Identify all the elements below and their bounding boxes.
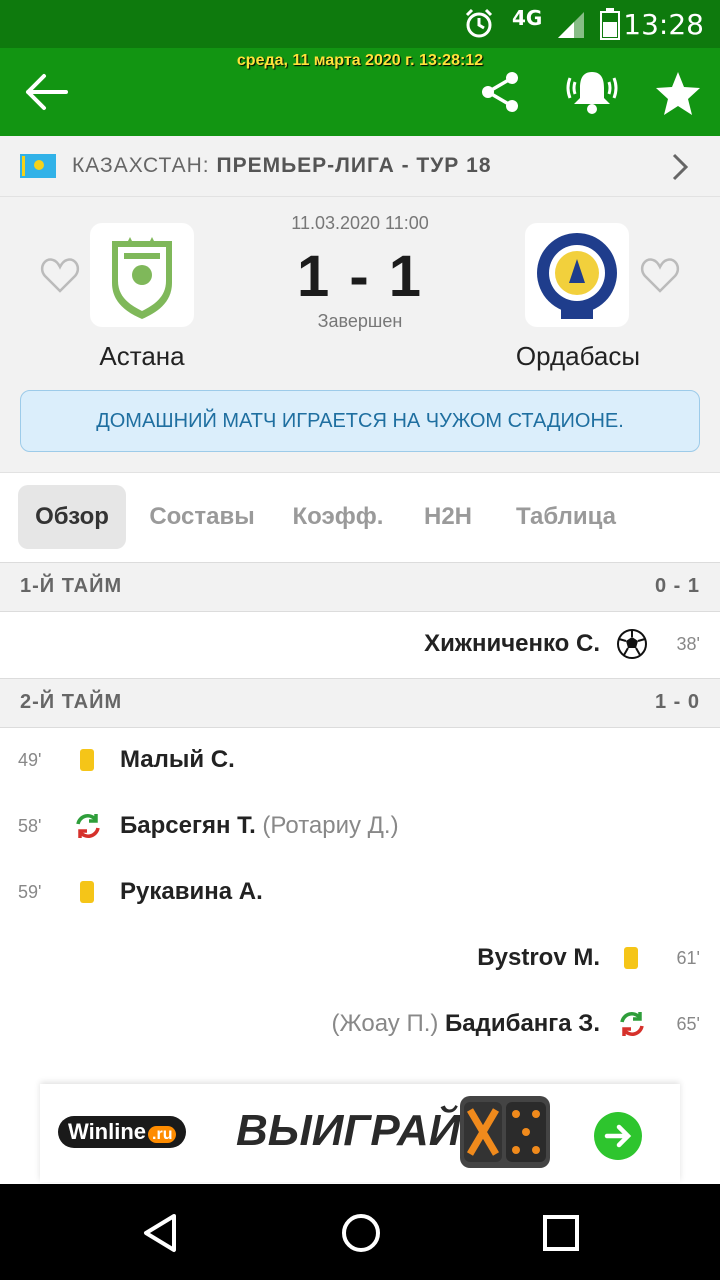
event-row[interactable]: Хижниченко С. 38' bbox=[0, 612, 720, 678]
event-minute: 49' bbox=[18, 750, 42, 770]
signal-icon bbox=[556, 10, 586, 45]
event-minute: 59' bbox=[18, 882, 42, 902]
event-row[interactable]: (Жоау П.) Бадибанга З. 65' bbox=[0, 992, 720, 1058]
substitution-icon bbox=[74, 812, 102, 845]
ad-brand-suffix: .ru bbox=[148, 1126, 177, 1143]
yellow-card-icon bbox=[80, 749, 94, 771]
event-text: Барсегян Т. (Ротариу Д.) bbox=[120, 812, 399, 840]
battery-icon bbox=[600, 8, 620, 45]
back-arrow-icon[interactable] bbox=[24, 72, 70, 117]
arrow-right-icon[interactable] bbox=[594, 1112, 642, 1160]
event-player: Барсегян Т. bbox=[120, 812, 256, 839]
tab-overview[interactable]: Обзор bbox=[18, 485, 126, 549]
away-team-logo[interactable] bbox=[525, 223, 629, 327]
section-score: 1 - 0 bbox=[654, 691, 700, 713]
away-favorite-heart-icon[interactable] bbox=[640, 257, 680, 298]
league-country: КАЗАХСТАН: bbox=[72, 154, 210, 177]
event-minute: 61' bbox=[676, 948, 700, 968]
kazakhstan-flag-icon bbox=[20, 154, 56, 183]
event-minute: 65' bbox=[676, 1014, 700, 1034]
nav-back-icon[interactable] bbox=[140, 1212, 180, 1259]
ad-cta-text: ВЫИГРАЙ bbox=[236, 1106, 461, 1155]
chevron-right-icon[interactable] bbox=[670, 152, 690, 187]
ad-brand-logo: Winline .ru bbox=[58, 1116, 187, 1148]
away-team-name[interactable]: Ордабасы bbox=[448, 341, 708, 372]
event-player: Малый С. bbox=[120, 746, 235, 773]
ad-banner[interactable]: Winline .ru ВЫИГРАЙ bbox=[40, 1084, 680, 1182]
league-row[interactable]: КАЗАХСТАН: ПРЕМЬЕР-ЛИГА - ТУР 18 bbox=[0, 136, 720, 197]
favorite-star-icon[interactable] bbox=[654, 70, 702, 121]
goal-ball-icon bbox=[616, 628, 648, 665]
tab-odds[interactable]: Коэфф. bbox=[280, 485, 396, 549]
app-bar: среда, 11 марта 2020 г. 13:28:12 bbox=[0, 48, 720, 136]
league-title: КАЗАХСТАН: ПРЕМЬЕР-ЛИГА - ТУР 18 bbox=[72, 154, 492, 178]
system-nav-bar bbox=[0, 1184, 720, 1280]
tab-bar: Обзор Составы Коэфф. H2H Таблица bbox=[0, 473, 720, 561]
substitution-icon bbox=[618, 1010, 646, 1043]
section-title: 1-Й ТАЙМ bbox=[20, 575, 123, 597]
network-type: 4G bbox=[512, 6, 543, 30]
home-team-name[interactable]: Астана bbox=[12, 341, 272, 372]
yellow-card-icon bbox=[624, 947, 638, 969]
event-row[interactable]: Bystrov M. 61' bbox=[0, 926, 720, 992]
event-row[interactable]: 58' Барсегян Т. (Ротариу Д.) bbox=[0, 794, 720, 860]
event-row[interactable]: 49' Малый С. bbox=[0, 728, 720, 794]
event-player: Рукавина А. bbox=[120, 878, 263, 905]
section-score: 0 - 1 bbox=[654, 575, 700, 597]
first-half-header: 1-Й ТАЙМ 0 - 1 bbox=[0, 562, 720, 612]
tab-lineups[interactable]: Составы bbox=[140, 485, 264, 549]
ad-brand-name: Winline bbox=[68, 1119, 147, 1144]
event-player: Хижниченко С. bbox=[424, 630, 600, 657]
event-sub-player: (Ротариу Д.) bbox=[262, 812, 399, 839]
league-competition: ПРЕМЬЕР-ЛИГА - ТУР 18 bbox=[216, 154, 492, 177]
match-header: Астана 11.03.2020 11:00 1 - 1 Завершен О… bbox=[0, 197, 720, 473]
tab-standings[interactable]: Таблица bbox=[500, 485, 632, 549]
event-row[interactable]: 59' Рукавина А. bbox=[0, 860, 720, 926]
event-sub-player: (Жоау П.) bbox=[331, 1010, 439, 1037]
notification-bell-icon[interactable] bbox=[564, 66, 620, 121]
nav-home-icon[interactable] bbox=[340, 1212, 382, 1259]
tab-h2h[interactable]: H2H bbox=[410, 485, 486, 549]
nav-recents-icon[interactable] bbox=[542, 1214, 580, 1257]
second-half-header: 2-Й ТАЙМ 1 - 0 bbox=[0, 678, 720, 728]
venue-notice: ДОМАШНИЙ МАТЧ ИГРАЕТСЯ НА ЧУЖОМ СТАДИОНЕ… bbox=[20, 390, 700, 452]
event-player: Бадибанга З. bbox=[445, 1010, 600, 1037]
event-minute: 58' bbox=[18, 816, 42, 836]
event-player: Bystrov M. bbox=[477, 944, 600, 971]
dice-icon bbox=[460, 1096, 550, 1168]
alarm-icon bbox=[462, 6, 496, 45]
event-text: (Жоау П.) Бадибанга З. bbox=[331, 1010, 600, 1038]
yellow-card-icon bbox=[80, 881, 94, 903]
share-icon[interactable] bbox=[478, 70, 522, 119]
status-bar: 4G 13:28 bbox=[0, 0, 720, 48]
clock: 13:28 bbox=[623, 8, 704, 41]
event-minute: 38' bbox=[676, 634, 700, 654]
section-title: 2-Й ТАЙМ bbox=[20, 691, 123, 713]
